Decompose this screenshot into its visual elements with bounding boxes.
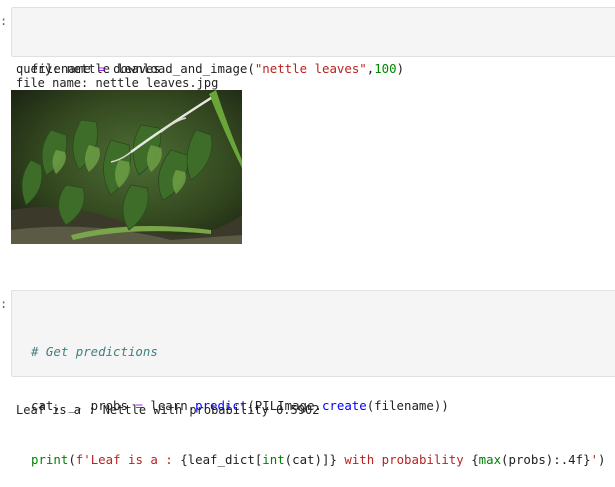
code-line: print(f'Leaf is a : {leaf_dict[int(cat)]…	[31, 452, 606, 467]
cell-2-prompt: :	[0, 297, 8, 311]
cell-1-prompt: :	[0, 14, 8, 28]
prediction-output: Leaf is a : Nettle with probability 0.59…	[16, 403, 320, 417]
query-output: query: nettle leaves	[16, 62, 161, 76]
code-cell-2[interactable]: # Get predictions cat, _, probs = learn.…	[11, 290, 615, 467]
nettle-leaves-image	[11, 90, 242, 244]
code-cell-1[interactable]: filename = download_and_image("nettle le…	[11, 7, 615, 76]
nettle-leaves-photo-icon	[11, 90, 242, 244]
code-comment: # Get predictions	[31, 344, 158, 359]
filename-output: file name: nettle leaves.jpg	[16, 76, 219, 90]
